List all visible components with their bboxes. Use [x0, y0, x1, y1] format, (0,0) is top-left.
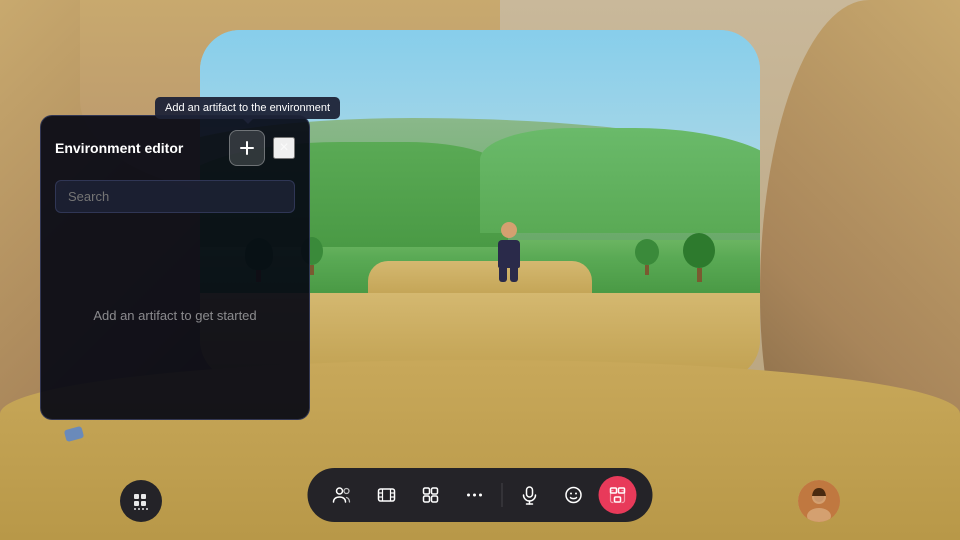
more-icon [465, 485, 485, 505]
emoji-button[interactable] [555, 476, 593, 514]
scene-person [491, 222, 526, 282]
grid-icon [132, 492, 150, 510]
media-button[interactable] [368, 476, 406, 514]
editor-header-actions: × [229, 130, 295, 166]
tooltip: Add an artifact to the environment [155, 97, 340, 119]
search-input[interactable] [55, 180, 295, 213]
emoji-icon [564, 485, 584, 505]
tree-3 [683, 233, 715, 282]
empty-state: Add an artifact to get started [55, 225, 295, 405]
toolbar-separator [502, 483, 503, 507]
environment-editor-panel: Environment editor × Add an artifact to … [40, 115, 310, 420]
search-container [55, 180, 295, 213]
tree-4 [635, 239, 659, 275]
content-button[interactable] [412, 476, 450, 514]
avatar-icon [798, 480, 840, 522]
mic-icon [520, 485, 540, 505]
user-avatar[interactable] [798, 480, 840, 522]
mic-button[interactable] [511, 476, 549, 514]
hills-right [480, 128, 760, 233]
close-button[interactable]: × [273, 137, 295, 159]
content-icon [421, 485, 441, 505]
share-button[interactable] [599, 476, 637, 514]
share-icon [608, 485, 628, 505]
bottom-toolbar [308, 468, 653, 522]
editor-header: Environment editor × [55, 130, 295, 166]
more-button[interactable] [456, 476, 494, 514]
people-icon [333, 485, 353, 505]
people-button[interactable] [324, 476, 362, 514]
add-artifact-button[interactable] [229, 130, 265, 166]
film-icon [377, 485, 397, 505]
plus-icon [239, 140, 255, 156]
editor-title: Environment editor [55, 140, 183, 156]
grid-button[interactable] [120, 480, 162, 522]
